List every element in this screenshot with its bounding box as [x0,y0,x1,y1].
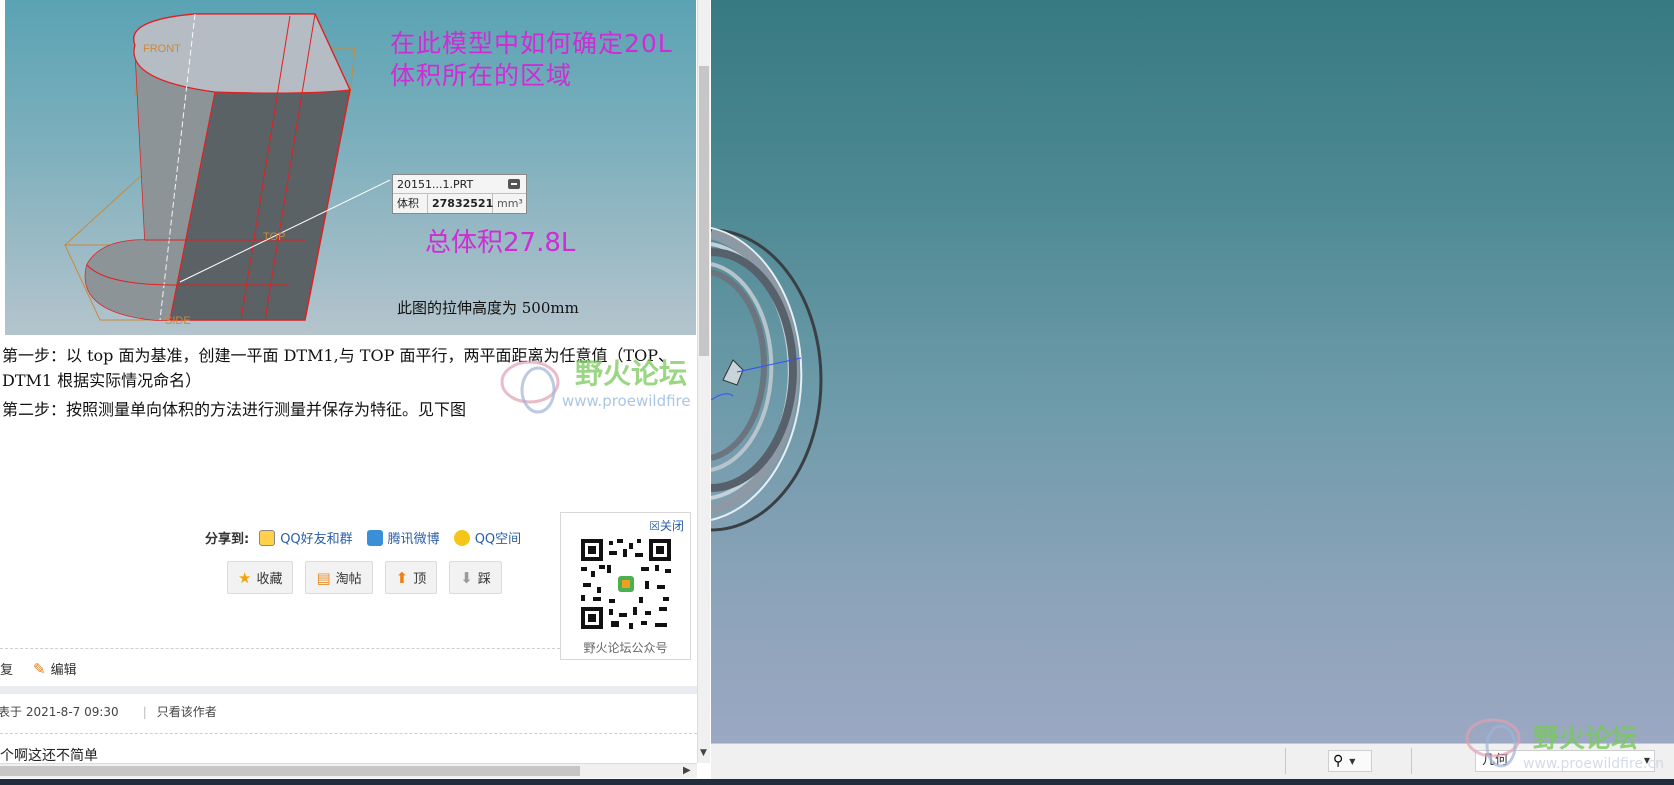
scroll-down-arrow-icon[interactable]: ▼ [700,748,707,758]
chevron-down-icon: ▼ [1349,756,1356,766]
share-qq-friends-link[interactable]: QQ好友和群 [259,528,353,547]
post-date: 发表于 2021-8-7 09:30 [0,705,119,719]
taotie-label: 淘帖 [335,572,362,587]
share-qq-friends-label: QQ好友和群 [280,532,353,547]
only-author-link[interactable]: 只看该作者 [157,705,217,719]
cad-viewport[interactable]: ⚲ ▼ 几何 ▼ 野火论坛 www.proewildfire.cn [711,0,1674,785]
model-screenshot-image: FRONT TOP SIDE 在此模型中如何确定20L 体积所在的区域 2015… [5,0,696,335]
reply-link[interactable]: 复 [0,659,13,678]
step2-text: 第二步：按照测量单向体积的方法进行测量并保存为特征。见下图 [2,400,467,419]
pencil-icon: ✎ [33,659,46,678]
watermark-name: 野火论坛 [575,357,688,390]
total-volume-annotation: 总体积27.8L [425,228,576,258]
scroll-right-arrow-icon[interactable]: ▶ [683,765,691,776]
qr-close-label: 关闭 [659,519,684,533]
prt-name: 20151...1.PRT [397,178,474,191]
downvote-label: 踩 [477,572,491,587]
share-tencent-weibo-link[interactable]: 腾讯微博 [366,528,440,547]
close-box-icon: ☒ [649,519,660,533]
step1-line1: 第一步：以 top 面为基准，创建一平面 DTM1,与 TOP 面平行，两平面距… [2,346,674,365]
next-post-text: 这个啊这还不简单 [0,748,98,764]
share-tencent-weibo-label: 腾讯微博 [387,532,440,547]
qr-code-image [579,537,673,631]
binoculars-icon: ⚲ [1333,753,1344,769]
horizontal-scroll-thumb[interactable] [0,766,580,776]
upvote-label: 顶 [413,572,427,587]
favorite-button[interactable]: ★ 收藏 [227,561,294,594]
question-annotation: 在此模型中如何确定20L 体积所在的区域 [390,28,673,92]
next-post-meta: 发表于 2021-8-7 09:30 | 只看该作者 [0,703,217,720]
divider [0,648,560,649]
qq-penguin-icon [259,529,276,546]
divider [0,733,697,734]
volume-label: 体积 [397,197,419,210]
horizontal-scrollbar[interactable]: ▶ [0,763,697,778]
qr-close-button[interactable]: ☒关闭 [649,517,684,534]
qq-zone-star-icon [453,529,470,546]
share-qq-zone-link[interactable]: QQ空间 [453,528,522,547]
watermark-url-corner: www.proewildfire.cn [1523,756,1665,772]
minimize-icon [508,179,520,189]
spiral-part-model [711,227,823,532]
vertical-scrollbar[interactable]: ▼ [697,0,710,763]
taotie-button[interactable]: ▤ 淘帖 [305,561,373,594]
find-button[interactable]: ⚲ ▼ [1328,750,1372,772]
post-footer-actions: 复 ✎ 编辑 [0,659,77,679]
screen-root: FRONT TOP SIDE 在此模型中如何确定20L 体积所在的区域 2015… [0,0,1674,785]
share-qq-zone-label: QQ空间 [474,532,522,547]
post-separator [0,686,697,694]
datum-side-label: SIDE [165,315,191,327]
tencent-weibo-icon [366,529,383,546]
post-action-buttons: ★ 收藏 ▤ 淘帖 ⬆ 顶 ⬇ 踩 [227,561,514,594]
volume-unit: mm³ [497,197,523,210]
taskbar-strip [0,779,1674,785]
arrow-up-icon: ⬆ [395,568,409,587]
edit-link[interactable]: 编辑 [51,659,77,678]
step1-line2: DTM1 根据实际情况命名） [2,371,202,390]
downvote-button[interactable]: ⬇ 踩 [449,561,502,594]
question-line-1: 在此模型中如何确定20L [390,29,673,58]
meta-separator: | [142,705,147,719]
share-label: 分享到: [205,532,250,547]
forum-page: FRONT TOP SIDE 在此模型中如何确定20L 体积所在的区域 2015… [0,0,697,785]
tray-icon: ▤ [316,568,331,587]
watermark-logo-icon [1465,718,1521,768]
arrow-down-icon: ⬇ [460,568,473,587]
vertical-scroll-thumb[interactable] [699,66,709,356]
watermark-logo-icon [500,360,560,414]
star-icon: ★ [238,568,252,587]
status-divider [1285,748,1286,774]
extrude-height-annotation: 此图的拉伸高度为 500mm [397,299,579,317]
status-divider [1411,748,1412,774]
watermark-url: www.proewildfire [562,392,691,410]
measure-result-box: 20151...1.PRT 体积 27832521 mm³ [392,174,527,214]
question-line-2: 体积所在的区域 [390,61,573,90]
datum-top-label: TOP [263,231,285,243]
watermark-name-corner: 野火论坛 [1533,724,1638,754]
share-bar: 分享到: QQ好友和群 腾讯微博 QQ空间 [205,528,535,547]
favorite-label: 收藏 [256,572,283,587]
upvote-button[interactable]: ⬆ 顶 [384,561,438,594]
datum-front-label: FRONT [143,43,181,55]
qr-code-panel: ☒关闭 野火论坛公众号 [560,512,691,660]
qr-caption: 野火论坛公众号 [583,641,668,655]
volume-value: 27832521 [427,194,493,213]
